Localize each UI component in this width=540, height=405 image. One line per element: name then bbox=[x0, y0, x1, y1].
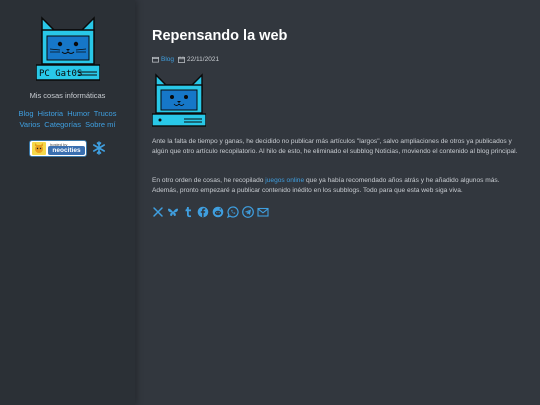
juegos-online-link[interactable]: juegos online bbox=[265, 177, 304, 184]
snowflake-icon[interactable] bbox=[92, 141, 106, 155]
share-bar bbox=[152, 205, 269, 219]
nav-link-sobre-mi[interactable]: Sobre mí bbox=[85, 120, 115, 129]
nav-link-historia[interactable]: Historia bbox=[38, 109, 63, 118]
post-paragraph-2: En otro orden de cosas, he recopilado ju… bbox=[152, 176, 524, 196]
email-icon[interactable] bbox=[257, 205, 269, 217]
x-icon[interactable] bbox=[152, 205, 164, 217]
site-nav: Blog Historia Humor Trucos Varios Catego… bbox=[12, 108, 123, 130]
nav-link-varios[interactable]: Varios bbox=[19, 120, 40, 129]
folder-icon bbox=[152, 56, 159, 63]
post-tag-link[interactable]: Blog bbox=[161, 56, 174, 63]
site-logo[interactable]: PC Gat0S bbox=[35, 16, 101, 82]
reddit-icon[interactable] bbox=[212, 205, 224, 218]
telegram-icon[interactable] bbox=[242, 205, 254, 218]
neocities-cat-icon bbox=[32, 142, 46, 155]
logo-text: PC Gat0S bbox=[39, 69, 82, 79]
nav-link-humor[interactable]: Humor bbox=[67, 109, 90, 118]
post-image bbox=[152, 73, 206, 127]
post-title[interactable]: Repensando la web bbox=[152, 28, 287, 44]
nav-link-trucos[interactable]: Trucos bbox=[94, 109, 117, 118]
badge-neocities-text: neocities bbox=[48, 146, 85, 155]
p2-text-before: En otro orden de cosas, he recopilado bbox=[152, 177, 266, 184]
nav-link-categorias[interactable]: Categorías bbox=[44, 120, 81, 129]
post-paragraph-1: Ante la falta de tiempo y ganas, he deci… bbox=[152, 138, 518, 155]
site-tagline: Mis cosas informáticas bbox=[29, 91, 106, 100]
neocities-badge[interactable]: hosted by neocities bbox=[29, 140, 87, 157]
facebook-icon[interactable] bbox=[197, 205, 209, 218]
whatsapp-icon[interactable] bbox=[226, 205, 239, 219]
calendar-icon bbox=[178, 56, 185, 63]
post-meta: Blog 22/11/2021 bbox=[152, 56, 219, 63]
sidebar: PC Gat0S Mis cosas informáticas Blog His… bbox=[0, 0, 135, 405]
tumblr-icon[interactable] bbox=[182, 205, 194, 218]
nav-link-blog[interactable]: Blog bbox=[19, 109, 34, 118]
bluesky-icon[interactable] bbox=[167, 205, 179, 217]
post-date: 22/11/2021 bbox=[187, 56, 220, 63]
